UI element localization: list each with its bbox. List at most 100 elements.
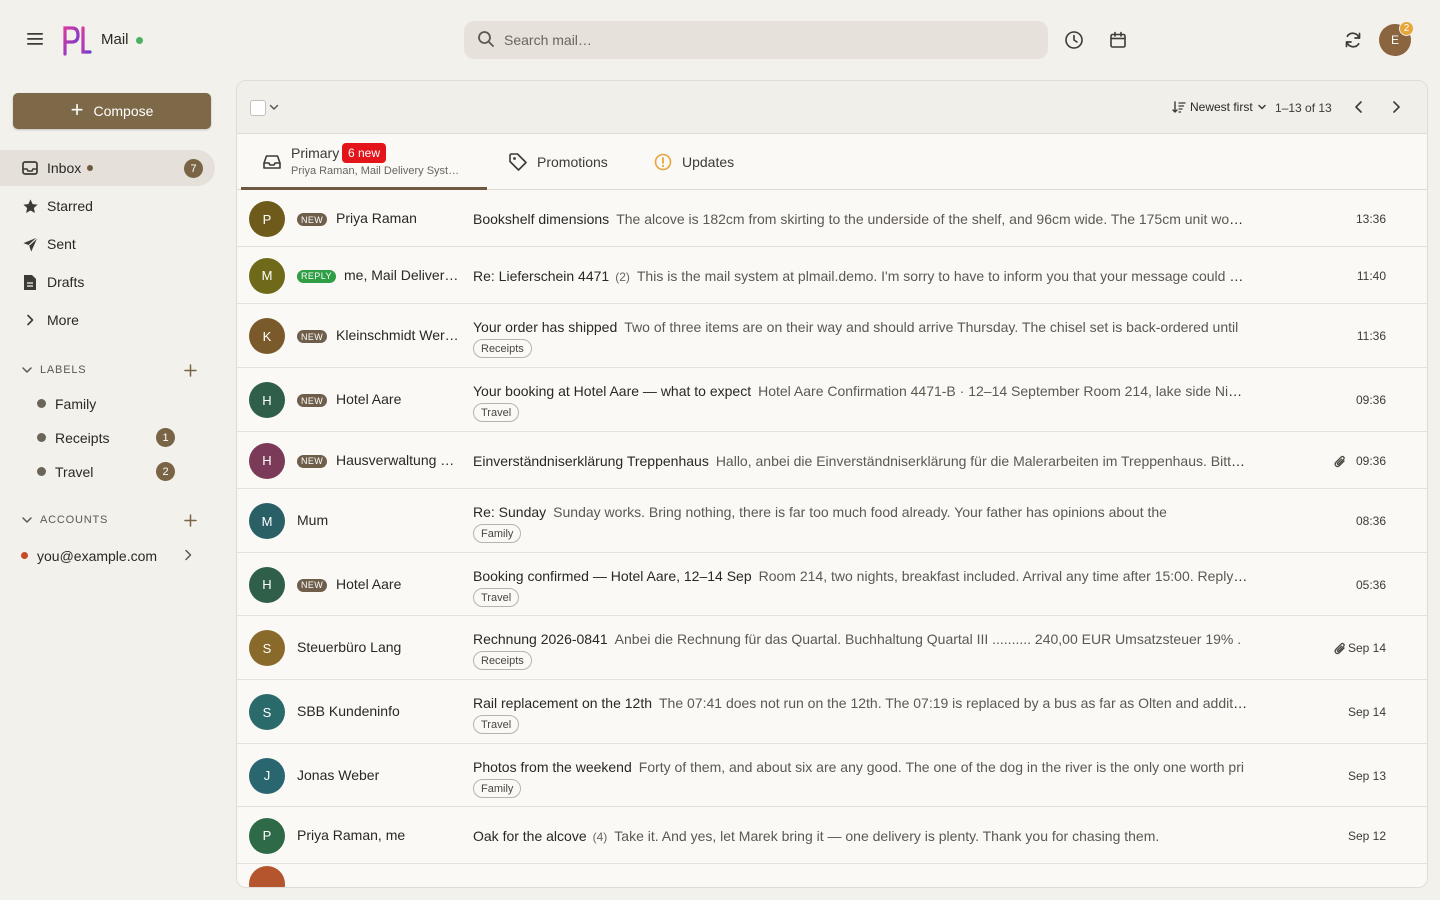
sender-avatar: P — [249, 817, 285, 854]
unread-dot — [87, 165, 93, 171]
accounts-section-header[interactable]: ACCOUNTS — [20, 510, 210, 530]
new-badge: NEW — [297, 330, 328, 343]
label-chip[interactable]: Receipts — [473, 339, 532, 358]
nav-label: Drafts — [47, 274, 85, 290]
compose-button[interactable]: + Compose — [13, 93, 211, 129]
refresh-icon[interactable] — [1339, 26, 1367, 54]
tab-label: Promotions — [537, 154, 608, 170]
email-preview: Forty of them, and about six are any goo… — [638, 759, 1244, 775]
email-row[interactable]: K NEW Kleinschmidt Werkzeuge Your order has… — [237, 304, 1427, 368]
label-chip[interactable]: Family — [473, 524, 522, 543]
sender-name: Jonas Weber — [297, 766, 380, 783]
sender-avatar: S — [249, 694, 285, 730]
email-summary: Re: Lieferschein 4471 (2) This is the mail… — [473, 268, 1248, 284]
sort-dropdown[interactable]: Newest first — [1172, 98, 1267, 116]
email-row[interactable] — [237, 864, 1427, 887]
email-summary: Your booking at Hotel Aare — what to exp… — [473, 383, 1248, 399]
label-dot — [37, 433, 46, 442]
sender-avatar — [249, 866, 285, 887]
sender-avatar: P — [249, 201, 285, 237]
nav-label: More — [47, 312, 79, 328]
email-summary: Photos from the weekend Forty of them, an… — [473, 759, 1248, 775]
nav-drafts[interactable]: Drafts — [0, 264, 215, 300]
label-chip[interactable]: Travel — [473, 715, 520, 734]
email-subject: Rail replacement on the 12th — [473, 695, 652, 711]
email-summary: Einverständniserklärung Treppenhaus Hallo… — [473, 453, 1248, 469]
label-chip[interactable]: Receipts — [473, 651, 532, 670]
email-row[interactable]: J Jonas Weber Photos from the weekend Forty… — [237, 744, 1427, 807]
tab-updates[interactable]: Updates — [641, 134, 761, 190]
email-summary: Rechnung 2026-0841 Anbei die Rechnung für… — [473, 631, 1248, 647]
sender-avatar: J — [249, 757, 285, 794]
email-summary: Rail replacement on the 12th The 07:41 do… — [473, 695, 1248, 711]
calendar-icon[interactable] — [1104, 26, 1132, 54]
tab-primary[interactable]: Primary 6 new Priya Raman, Mail Delivery… — [241, 134, 487, 190]
inbox-icon — [21, 159, 39, 177]
label-chip[interactable]: Family — [473, 779, 522, 798]
reply-badge: REPLY — [297, 269, 336, 283]
tag-icon — [509, 153, 527, 171]
send-icon — [21, 235, 39, 253]
email-time: 09:36 — [1355, 453, 1386, 468]
chevron-down-icon — [22, 517, 32, 523]
thread-count: (4) — [592, 829, 608, 844]
search-bar[interactable] — [464, 21, 1048, 59]
label-receipts[interactable]: Receipts 1 — [0, 422, 200, 452]
attachment-icon — [1334, 642, 1345, 655]
email-preview: Take it. And yes, let Marek bring it — o… — [614, 827, 1160, 844]
nav-inbox[interactable]: Inbox 7 — [0, 150, 215, 186]
email-row[interactable]: P NEW Priya Raman Bookshelf dimensions The a… — [237, 191, 1427, 247]
account-email: you@example.com — [37, 548, 158, 564]
label-chip[interactable]: Travel — [473, 588, 520, 607]
sender-avatar: M — [249, 257, 285, 294]
next-page-button[interactable] — [1385, 96, 1407, 118]
email-subject: Your booking at Hotel Aare — what to exp… — [473, 383, 752, 399]
label-travel[interactable]: Travel 2 — [0, 456, 200, 486]
menu-icon[interactable] — [22, 26, 48, 52]
pagination-range: 1–13 of 13 — [1275, 101, 1332, 115]
email-row[interactable]: H NEW Hotel Aare Booking confirmed — Hotel … — [237, 553, 1427, 616]
chevron-down-icon — [22, 367, 32, 373]
email-subject: Booking confirmed — Hotel Aare, 12–14 Se… — [473, 568, 752, 584]
tab-label: Updates — [682, 154, 735, 170]
email-subject: Re: Lieferschein 4471 — [473, 267, 610, 284]
prev-page-button[interactable] — [1348, 96, 1370, 118]
labels-section-header[interactable]: LABELS — [20, 360, 210, 380]
email-row[interactable]: H NEW Hausverwaltung Müller Einverständnise… — [237, 432, 1427, 489]
tab-label: Primary — [291, 145, 340, 161]
nav-more[interactable]: More — [0, 302, 215, 338]
email-list: P NEW Priya Raman Bookshelf dimensions The a… — [237, 191, 1427, 887]
chevron-down-icon[interactable] — [268, 101, 280, 113]
sender-name: Hotel Aare — [336, 575, 402, 592]
receipts-count-badge: 1 — [156, 428, 175, 447]
email-row[interactable]: S Steuerbüro Lang Rechnung 2026-0841 Anbei … — [237, 616, 1427, 680]
email-row[interactable]: S SBB Kundeninfo Rail replacement on the 1… — [237, 680, 1427, 744]
label-family[interactable]: Family — [0, 388, 200, 418]
sender-avatar: M — [249, 503, 285, 539]
add-label-icon[interactable] — [180, 360, 200, 380]
label-name: Receipts — [55, 430, 110, 446]
chevron-down-icon — [1257, 104, 1266, 110]
email-row[interactable]: M REPLY me, Mail Delivery System Re: Liefer… — [237, 247, 1427, 304]
search-input[interactable] — [504, 21, 1034, 59]
clock-icon[interactable] — [1060, 26, 1088, 54]
email-time: Sep 13 — [1347, 768, 1386, 783]
add-account-icon[interactable] — [180, 510, 200, 530]
email-row[interactable]: H NEW Hotel Aare Your booking at Hotel Aare… — [237, 368, 1427, 432]
email-preview: Room 214, two nights, breakfast included… — [758, 568, 1248, 584]
account-item[interactable]: you@example.com — [0, 540, 200, 570]
label-chip[interactable]: Travel — [473, 403, 520, 422]
sort-label: Newest first — [1190, 100, 1253, 114]
nav-starred[interactable]: Starred — [0, 188, 215, 224]
email-row[interactable]: P Priya Raman, me Oak for the alcove (4) Tak… — [237, 807, 1427, 864]
new-badge: NEW — [297, 213, 328, 226]
email-preview: Anbei die Rechnung für das Quartal. Buch… — [614, 631, 1242, 647]
nav-sent[interactable]: Sent — [0, 226, 215, 262]
email-row[interactable]: M Mum Re: Sunday Sunday works. Bring nothin… — [237, 489, 1427, 553]
select-all-checkbox[interactable] — [250, 100, 266, 116]
account-dot — [21, 552, 28, 559]
tab-promotions[interactable]: Promotions — [493, 134, 623, 190]
email-time: 05:36 — [1355, 577, 1386, 592]
email-preview: Sunday works. Bring nothing, there is fa… — [553, 504, 1167, 520]
email-subject: Photos from the weekend — [473, 759, 632, 775]
